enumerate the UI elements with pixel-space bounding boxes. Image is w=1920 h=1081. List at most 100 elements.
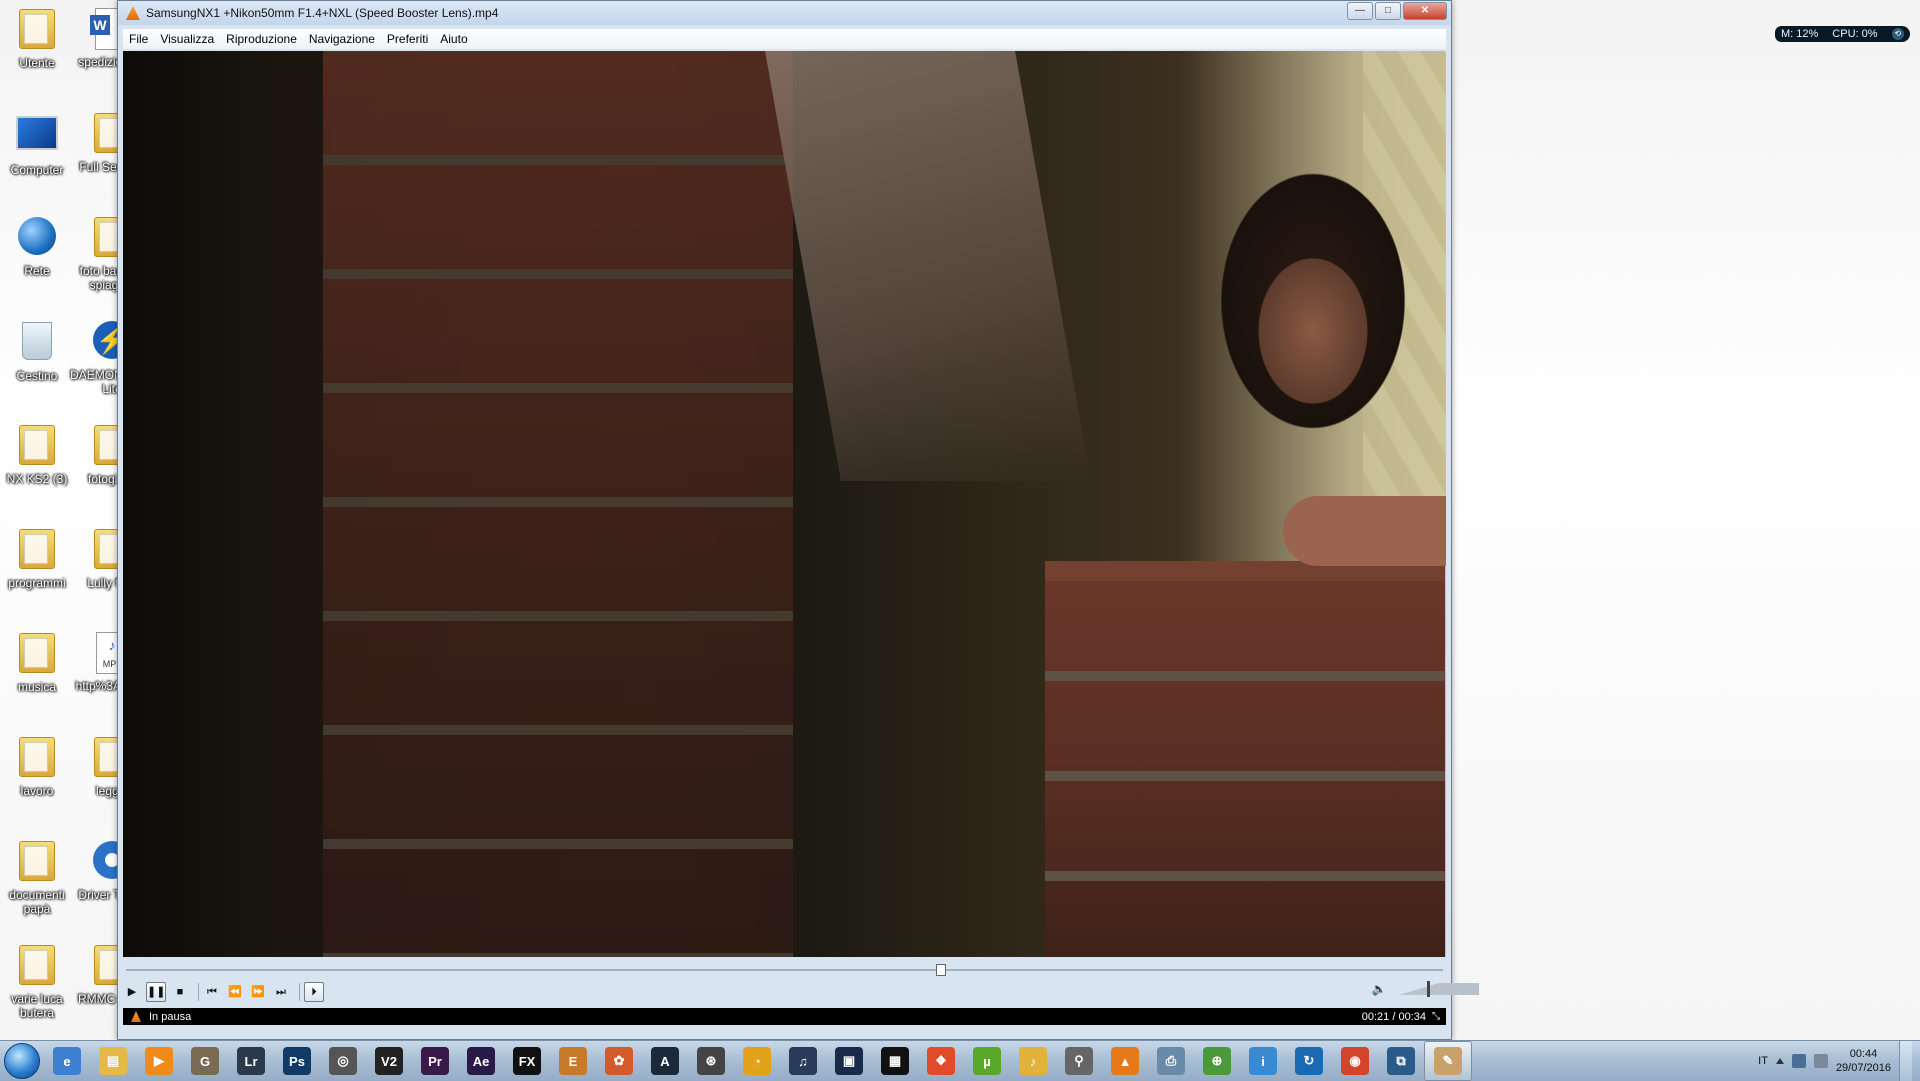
taskbar-app-microphone[interactable]: ⚲: [1056, 1042, 1102, 1080]
menu-visualizza[interactable]: Visualizza: [154, 32, 220, 46]
previous-button[interactable]: ⏮: [203, 983, 221, 1001]
taskbar-app-media-player[interactable]: ▶: [136, 1042, 182, 1080]
taskbar-app-printer[interactable]: ⎙: [1148, 1042, 1194, 1080]
speaker-icon[interactable]: 🔈: [1371, 981, 1387, 997]
headphones-icon: ♫: [789, 1047, 817, 1075]
taskbar-app-fx[interactable]: FX: [504, 1042, 550, 1080]
minimize-button[interactable]: —: [1347, 2, 1373, 20]
menu-navigazione[interactable]: Navigazione: [303, 32, 381, 46]
title-bar[interactable]: SamsungNX1 +Nikon50mm F1.4+NXL (Speed Bo…: [118, 1, 1451, 25]
taskbar-app-utorrent[interactable]: µ: [964, 1042, 1010, 1080]
taskbar-app-resolve[interactable]: ❖: [918, 1042, 964, 1080]
language-indicator[interactable]: IT: [1758, 1055, 1768, 1067]
desktop-icon-musica[interactable]: musica: [0, 630, 79, 694]
vlc-status-cone-icon: [131, 1011, 141, 1022]
stop-button[interactable]: ■: [171, 983, 189, 1001]
rewind-button[interactable]: ⏪: [226, 983, 244, 1001]
desktop-icon-varie-luca[interactable]: varie luca butera: [0, 942, 79, 1020]
menu-preferiti[interactable]: Preferiti: [381, 32, 434, 46]
desktop-icon-nx-ks2[interactable]: NX KS2 (3): [0, 422, 79, 486]
pause-button[interactable]: ❚❚: [146, 982, 166, 1002]
taskbar-app-vlc[interactable]: ▲: [1102, 1042, 1148, 1080]
taskbar-app-photoshop[interactable]: Ps: [274, 1042, 320, 1080]
taskbar-app-davinci[interactable]: ✿: [596, 1042, 642, 1080]
taskbar-app-chrome[interactable]: ◉: [1332, 1042, 1378, 1080]
tray-app-icon[interactable]: [1791, 1054, 1806, 1068]
fx-icon: FX: [513, 1047, 541, 1075]
taskbar-app-gauge[interactable]: ◔: [734, 1042, 780, 1080]
seek-bar[interactable]: [126, 964, 1443, 976]
play-button[interactable]: ▶: [123, 983, 141, 1001]
taskbar-apps: e ▤ ▶ G Lr Ps ◎ V2 Pr Ae FX E ✿ A ⊛ ◔ ♫ ▣ ▦ ❖ µ ♪ ⚲ ▲ ⎙ ⊕ i ↻ ◉ ⧉ ✎: [44, 1041, 1472, 1081]
taskbar-app-reel[interactable]: ⊛: [688, 1042, 734, 1080]
taskbar-app-film-reel[interactable]: ◎: [320, 1042, 366, 1080]
maximize-button[interactable]: □: [1375, 2, 1401, 20]
desktop-icon-documenti-papa[interactable]: documenti papà: [0, 838, 79, 916]
desktop-icon-programmi[interactable]: programmi: [0, 526, 79, 590]
taskbar-app-gimp[interactable]: G: [182, 1042, 228, 1080]
desktop-icon-rete[interactable]: Rete: [0, 214, 79, 278]
fast-forward-button[interactable]: ⏩: [249, 983, 267, 1001]
v2-icon: V2: [375, 1047, 403, 1075]
playback-status: In pausa: [149, 1010, 192, 1023]
desktop-icon-utente[interactable]: Utente: [0, 6, 79, 70]
taskbar-app-info[interactable]: i: [1240, 1042, 1286, 1080]
aspect-ratio-icon[interactable]: ⤡: [1432, 1011, 1440, 1022]
taskbar-app-sync[interactable]: ↻: [1286, 1042, 1332, 1080]
vlc-icon: ▲: [1111, 1047, 1139, 1075]
folder-icon: [15, 841, 59, 885]
taskbar-app-after-effects[interactable]: Ae: [458, 1042, 504, 1080]
frame-step-button[interactable]: ⏵: [304, 982, 324, 1002]
show-desktop-button[interactable]: [1899, 1041, 1912, 1081]
taskbar-app-headphones[interactable]: ♫: [780, 1042, 826, 1080]
close-button[interactable]: ✕: [1403, 2, 1447, 20]
microphone-icon: ⚲: [1065, 1047, 1093, 1075]
printer-icon: ⎙: [1157, 1047, 1185, 1075]
taskbar-app-android[interactable]: ⊕: [1194, 1042, 1240, 1080]
media-player-icon: ▶: [145, 1047, 173, 1075]
taskbar-app-ie[interactable]: e: [44, 1042, 90, 1080]
taskbar-app-lightroom[interactable]: Lr: [228, 1042, 274, 1080]
clock-time: 00:44: [1849, 1048, 1878, 1060]
desktop-icon-lavoro[interactable]: lavoro: [0, 734, 79, 798]
volume-handle[interactable]: [1427, 981, 1430, 997]
taskbar-app-video-editor[interactable]: ✎: [1424, 1041, 1472, 1081]
taskbar-app-network[interactable]: ⧉: [1378, 1042, 1424, 1080]
sync-icon: ↻: [1295, 1047, 1323, 1075]
menu-aiuto[interactable]: Aiuto: [434, 32, 473, 46]
gadget-options-icon[interactable]: ⟲: [1891, 28, 1904, 40]
taskbar-app-e-app[interactable]: E: [550, 1042, 596, 1080]
clock[interactable]: 00:44 29/07/2016: [1836, 1047, 1891, 1075]
next-button[interactable]: ⏭: [272, 983, 290, 1001]
reel-icon: ⊛: [697, 1047, 725, 1075]
show-hidden-icons-icon[interactable]: [1775, 1058, 1784, 1064]
desktop-icon-computer[interactable]: Computer: [0, 110, 79, 177]
volume-slider[interactable]: [1399, 981, 1479, 997]
avid-icon: A: [651, 1047, 679, 1075]
video-frame[interactable]: [123, 51, 1446, 957]
taskbar: e ▤ ▶ G Lr Ps ◎ V2 Pr Ae FX E ✿ A ⊛ ◔ ♫ ▣ ▦ ❖ µ ♪ ⚲ ▲ ⎙ ⊕ i ↻ ◉ ⧉ ✎ IT…: [0, 1040, 1920, 1081]
start-button[interactable]: [0, 1041, 44, 1081]
folder-icon: [15, 529, 59, 573]
video-window-light: [765, 51, 1091, 481]
cpu-usage: CPU: 0%: [1832, 28, 1878, 40]
network-signal-icon[interactable]: [1813, 1054, 1828, 1068]
taskbar-app-vegas[interactable]: ▣: [826, 1042, 872, 1080]
taskbar-app-folder[interactable]: ▤: [90, 1042, 136, 1080]
seek-handle[interactable]: [936, 964, 946, 976]
desktop-icon-cestino[interactable]: Cestino: [0, 318, 79, 383]
taskbar-app-avid[interactable]: A: [642, 1042, 688, 1080]
vegas-icon: ▣: [835, 1047, 863, 1075]
film-reel-icon: ◎: [329, 1047, 357, 1075]
taskbar-app-film-strip[interactable]: ▦: [872, 1042, 918, 1080]
time-display[interactable]: 00:21 / 00:34: [1362, 1011, 1426, 1023]
taskbar-app-v2[interactable]: V2: [366, 1042, 412, 1080]
seek-track[interactable]: [126, 969, 1443, 971]
video-hands: [1283, 496, 1446, 566]
taskbar-app-premiere[interactable]: Pr: [412, 1042, 458, 1080]
menu-file[interactable]: File: [123, 32, 154, 46]
folder-icon: [15, 945, 59, 989]
menu-riproduzione[interactable]: Riproduzione: [220, 32, 303, 46]
e-app-icon: E: [559, 1047, 587, 1075]
taskbar-app-itunes[interactable]: ♪: [1010, 1042, 1056, 1080]
